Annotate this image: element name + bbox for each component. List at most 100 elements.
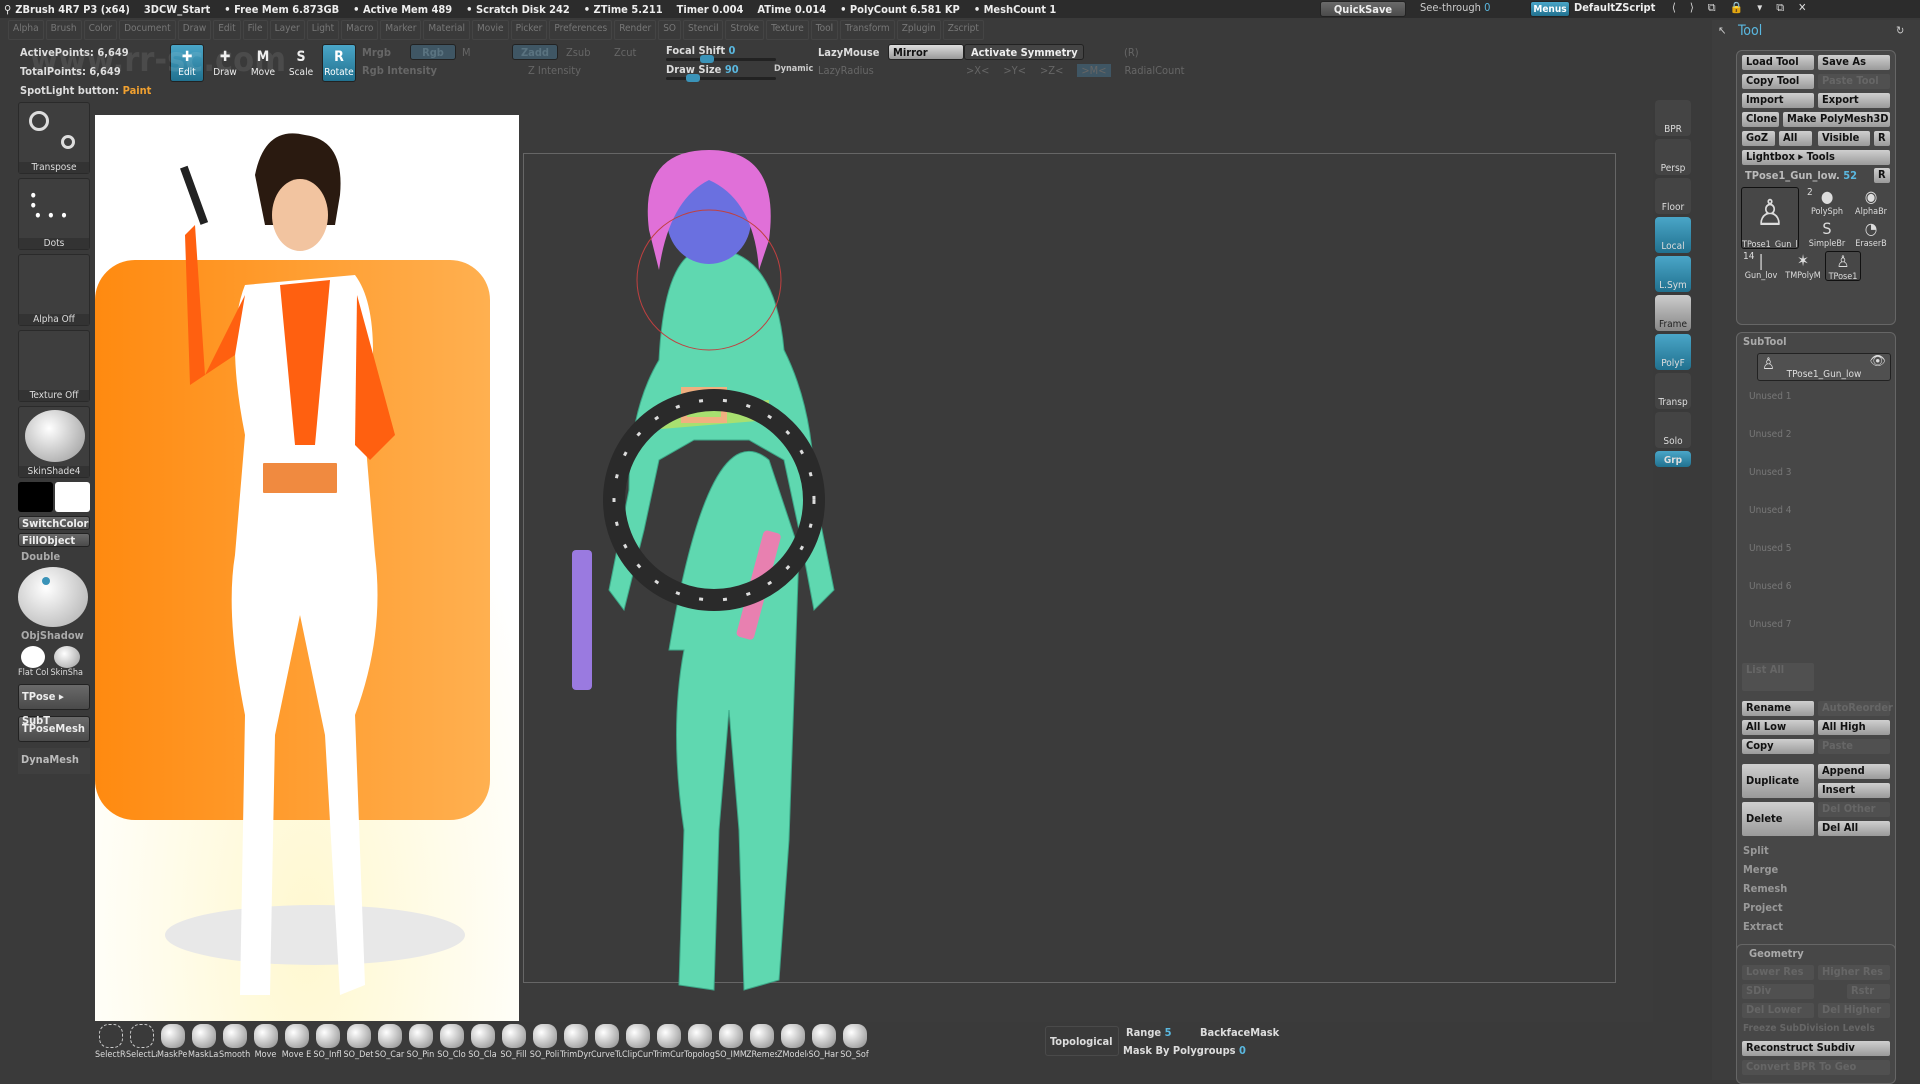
menu-document[interactable]: Document [119, 20, 176, 40]
bpr-button[interactable]: BPR [1655, 100, 1691, 136]
refresh-icon[interactable]: ↻ [1896, 24, 1904, 37]
polyf-button[interactable]: PolyF [1655, 334, 1691, 370]
brush-so-imm[interactable]: SO_IMM [715, 1022, 746, 1066]
tool-thumbnail[interactable]: ♙ TPose1_Gun_lo [1741, 187, 1799, 249]
objshadow-slider[interactable]: ObjShadow [18, 629, 90, 643]
menu-zscript[interactable]: Zscript [942, 20, 984, 40]
y-axis-button[interactable]: >Y< [1003, 64, 1026, 77]
menu-tool[interactable]: Tool [810, 20, 839, 40]
document-canvas[interactable] [519, 110, 1653, 1022]
grp-button[interactable]: Grp [1655, 451, 1691, 467]
split-section[interactable]: Split [1743, 844, 1769, 857]
subtool-title[interactable]: SubTool [1743, 335, 1787, 348]
brush-selectla[interactable]: SelectLa [126, 1022, 157, 1066]
tool-thumbnail[interactable]: S SimpleBr [1805, 219, 1849, 249]
lower-res-button[interactable]: Lower Res [1742, 965, 1814, 980]
export-button[interactable]: Export [1818, 93, 1890, 108]
subtool-copy-button[interactable]: Copy [1742, 739, 1814, 754]
copy-tool-button[interactable]: Copy Tool [1742, 74, 1814, 89]
mask-by-polygroups-slider[interactable]: Mask By Polygroups 0 [1123, 1044, 1246, 1057]
brush-selectre[interactable]: SelectRe [95, 1022, 126, 1066]
floor-button[interactable]: Floor [1655, 178, 1691, 214]
zsub-button[interactable]: Zsub [566, 46, 591, 59]
dynamic-button[interactable]: Dynamic [774, 64, 813, 74]
mrgb-button[interactable]: Mrgb [362, 46, 391, 59]
load-tool-button[interactable]: Load Tool [1742, 55, 1814, 70]
scale-mode-button[interactable]: S Scale [284, 44, 318, 82]
menu-edit[interactable]: Edit [213, 20, 241, 40]
transpose-button[interactable]: Transpose [18, 102, 90, 174]
frame-button[interactable]: Frame [1655, 295, 1691, 331]
menu-transform[interactable]: Transform [840, 20, 895, 40]
fillobject-button[interactable]: FillObject [18, 533, 90, 547]
brush-so-pin[interactable]: SO_Pin [405, 1022, 436, 1066]
skinshade-button[interactable]: SkinSha [50, 646, 83, 678]
subtool-slot-unused[interactable]: Unused 7 [1749, 619, 1792, 630]
menu-stencil[interactable]: Stencil [683, 20, 724, 40]
default-zscript-button[interactable]: DefaultZScript [1574, 1, 1655, 14]
move-mode-button[interactable]: M Move [246, 44, 280, 82]
rgb-button[interactable]: Rgb [410, 44, 456, 60]
double-button[interactable]: Double [18, 550, 90, 564]
flat-color-button[interactable]: Flat Col [18, 646, 48, 678]
remesh-section[interactable]: Remesh [1743, 882, 1787, 895]
secondary-color-swatch[interactable] [55, 482, 90, 512]
brush-zmodele[interactable]: ZModele [777, 1022, 808, 1066]
save-as-button[interactable]: Save As [1818, 55, 1890, 70]
brush-so-infl[interactable]: SO_Infl [312, 1022, 343, 1066]
brush-masklas[interactable]: MaskLas [188, 1022, 219, 1066]
delete-button[interactable]: Delete [1742, 802, 1814, 836]
local-button[interactable]: Local [1655, 217, 1691, 253]
brush-smooth[interactable]: Smooth [219, 1022, 250, 1066]
insert-button[interactable]: Insert [1818, 783, 1890, 798]
draw-size-knob[interactable] [686, 74, 700, 82]
sdiv-slider[interactable]: SDiv [1742, 984, 1814, 999]
objshadow-sphere[interactable] [18, 567, 88, 627]
clone-button[interactable]: Clone [1742, 112, 1779, 127]
brush-trimcur[interactable]: TrimCur [653, 1022, 684, 1066]
x-axis-button[interactable]: >X< [966, 64, 989, 77]
make-polymesh3d-button[interactable]: Make PolyMesh3D [1783, 112, 1890, 127]
subtool-slot-unused[interactable]: Unused 6 [1749, 581, 1792, 592]
rstr-button[interactable]: Rstr [1847, 984, 1890, 999]
menu-material[interactable]: Material [423, 20, 470, 40]
z-intensity-slider[interactable]: Z Intensity [528, 64, 581, 77]
merge-section[interactable]: Merge [1743, 863, 1778, 876]
autoreorder-button[interactable]: AutoReorder [1818, 701, 1893, 716]
brush-so-car[interactable]: SO_Car [374, 1022, 405, 1066]
window-controls[interactable]: ⟨⟩⧉🔒▾⧉✕ [1672, 1, 1820, 15]
draw-size-slider[interactable]: Draw Size 90 [666, 63, 739, 76]
focal-shift-knob[interactable] [700, 55, 714, 63]
brush-clipcurv[interactable]: ClipCurv [622, 1022, 653, 1066]
subtool-slot-unused[interactable]: Unused 2 [1749, 429, 1792, 440]
menu-file[interactable]: File [242, 20, 268, 40]
paste-tool-button[interactable]: Paste Tool [1818, 74, 1890, 89]
menu-picker[interactable]: Picker [510, 20, 548, 40]
menu-render[interactable]: Render [614, 20, 657, 40]
zcut-button[interactable]: Zcut [614, 46, 636, 59]
list-all-button[interactable]: List All [1742, 663, 1814, 691]
primary-color-swatch[interactable] [18, 482, 53, 512]
z-axis-button[interactable]: >Z< [1040, 64, 1063, 77]
material-button[interactable]: SkinShade4 [18, 406, 90, 478]
menu-preferences[interactable]: Preferences [549, 20, 613, 40]
menu-brush[interactable]: Brush [45, 20, 82, 40]
alpha-button[interactable]: Alpha Off [18, 254, 90, 326]
m-button[interactable]: M [462, 46, 471, 59]
brush-so-clo[interactable]: SO_Clo [436, 1022, 467, 1066]
brush-trimdyn[interactable]: TrimDyn [560, 1022, 591, 1066]
stroke-dots-button[interactable]: • • • • • Dots [18, 178, 90, 250]
topological-button[interactable]: Topological [1045, 1026, 1119, 1056]
rename-button[interactable]: Rename [1742, 701, 1814, 716]
menu-light[interactable]: Light [306, 20, 340, 40]
menu-zplugin[interactable]: Zplugin [896, 20, 941, 40]
switchcolor-button[interactable]: SwitchColor [18, 516, 90, 530]
menu-color[interactable]: Color [83, 20, 118, 40]
menu-stroke[interactable]: Stroke [725, 20, 765, 40]
reconstruct-subdiv-button[interactable]: Reconstruct Subdiv [1742, 1041, 1890, 1056]
brush-zremesh[interactable]: ZRemesh [746, 1022, 777, 1066]
light-position-dot[interactable] [42, 577, 50, 585]
3d-model-viewport[interactable] [519, 110, 1653, 1022]
radialcount-slider[interactable]: RadialCount [1125, 64, 1185, 77]
draw-mode-button[interactable]: ✚ Draw [208, 44, 242, 82]
